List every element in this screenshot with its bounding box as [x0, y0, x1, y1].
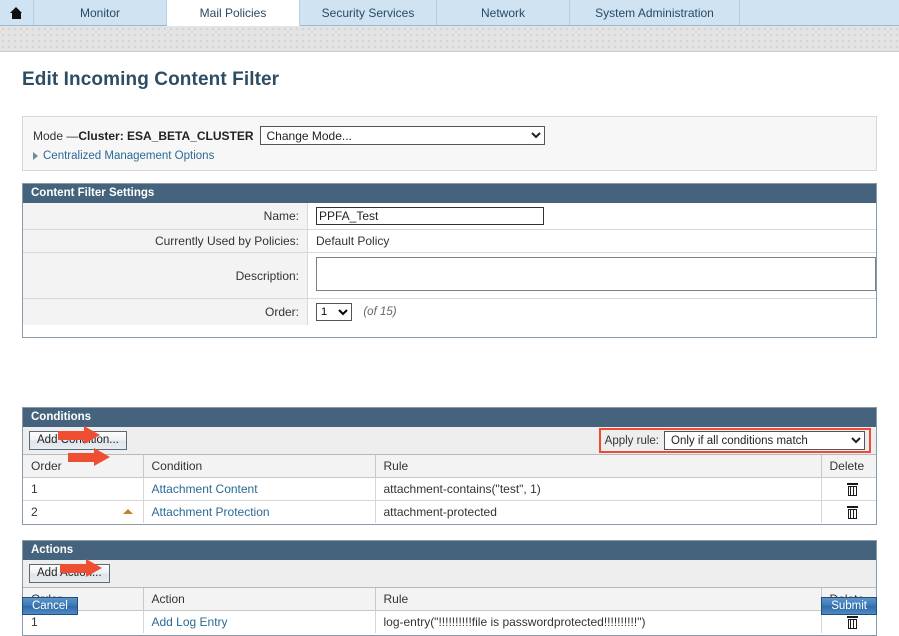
mode-row: Mode —Cluster: ESA_BETA_CLUSTER Change M… [33, 126, 545, 145]
actions-toolbar: Add Action... [23, 560, 876, 588]
settings-panel-header: Content Filter Settings [23, 184, 876, 203]
apply-rule-select[interactable]: Only if all conditions match [664, 431, 865, 450]
mode-value: Cluster: ESA_BETA_CLUSTER [78, 128, 254, 143]
nav-tab-label: Mail Policies [199, 5, 267, 20]
description-label: Description: [23, 252, 308, 299]
order-label: Order: [23, 298, 308, 325]
order-value-cell: 1 (of 15) [307, 298, 876, 325]
nav-tab-label: Security Services [321, 5, 415, 20]
change-mode-select[interactable]: Change Mode... [259, 126, 545, 145]
conditions-panel-header: Conditions [23, 408, 876, 427]
column-header-condition: Condition [143, 455, 376, 478]
condition-delete-cell[interactable] [821, 477, 876, 501]
nav-tab-monitor[interactable]: Monitor [34, 0, 167, 25]
actions-panel: Actions Add Action... Order Action Rule … [22, 540, 877, 636]
mode-prefix: Mode — [33, 128, 79, 143]
cluster-mode-bar: Mode —Cluster: ESA_BETA_CLUSTER Change M… [22, 116, 877, 171]
action-name-cell: Add Log Entry [143, 610, 376, 633]
condition-link[interactable]: Attachment Content [152, 482, 258, 496]
column-header-order: Order [23, 455, 144, 478]
table-row: 1 Attachment Content attachment-contains… [23, 477, 876, 501]
nav-tab-label: Monitor [79, 5, 120, 20]
condition-name-cell: Attachment Protection [143, 500, 376, 523]
settings-row-order: Order: 1 (of 15) [23, 298, 876, 325]
apply-rule-group: Apply rule: Only if all conditions match [598, 428, 871, 453]
nav-filler [740, 0, 899, 25]
table-row: 2 Attachment Protection attachment-prote… [23, 500, 876, 524]
triangle-right-icon [33, 152, 38, 160]
nav-tab-system-administration[interactable]: System Administration [570, 0, 740, 25]
condition-order: 1 [23, 477, 144, 501]
nav-tab-network[interactable]: Network [437, 0, 570, 25]
centralized-management-options-link[interactable]: Centralized Management Options [43, 150, 214, 162]
conditions-table: Order Condition Rule Delete 1 Attachment… [23, 455, 876, 523]
settings-row-name: Name: [23, 203, 876, 230]
column-header-action: Action [143, 588, 376, 611]
conditions-toolbar: Add Condition... Apply rule: Only if all… [23, 427, 876, 455]
condition-order-cell: 2 [23, 500, 144, 523]
condition-link[interactable]: Attachment Protection [152, 505, 270, 519]
description-value-cell [307, 252, 876, 299]
description-textarea[interactable] [316, 257, 876, 291]
policies-label: Currently Used by Policies: [23, 229, 308, 253]
table-row: 1 Add Log Entry log-entry("!!!!!!!!!!fil… [23, 610, 876, 633]
order-select[interactable]: 1 [316, 303, 352, 321]
conditions-panel: Conditions Add Condition... Apply rule: … [22, 407, 877, 525]
centralized-management-row[interactable]: Centralized Management Options [33, 150, 214, 162]
condition-order: 2 [31, 505, 38, 519]
apply-rule-label: Apply rule: [604, 434, 659, 447]
mode-label: Mode —Cluster: ESA_BETA_CLUSTER [33, 129, 254, 143]
action-link[interactable]: Add Log Entry [152, 615, 228, 629]
trash-icon[interactable] [847, 615, 859, 629]
condition-delete-cell[interactable] [821, 501, 876, 524]
condition-name-cell: Attachment Content [143, 477, 376, 501]
actions-header-row: Order Action Rule Delete [23, 588, 876, 611]
page-texture-strip [0, 26, 899, 52]
content-filter-settings-panel: Content Filter Settings Name: Currently … [22, 183, 877, 338]
nav-tab-security-services[interactable]: Security Services [300, 0, 437, 25]
nav-tab-label: Network [480, 5, 525, 20]
cancel-button[interactable]: Cancel [22, 597, 78, 615]
trash-icon[interactable] [847, 505, 859, 519]
condition-rule: attachment-contains("test", 1) [375, 477, 822, 501]
column-header-rule: Rule [375, 455, 822, 478]
condition-rule: attachment-protected [375, 500, 822, 523]
actions-table: Order Action Rule Delete 1 Add Log Entry… [23, 588, 876, 633]
trash-icon[interactable] [847, 482, 859, 496]
settings-row-description: Description: [23, 252, 876, 299]
page-title: Edit Incoming Content Filter [22, 69, 280, 90]
name-input[interactable] [316, 207, 544, 225]
policies-value: Default Policy [307, 229, 876, 253]
action-rule: log-entry("!!!!!!!!!!file is passwordpro… [375, 610, 822, 633]
add-action-button[interactable]: Add Action... [29, 564, 110, 583]
name-label: Name: [23, 203, 308, 230]
home-button[interactable] [0, 0, 34, 25]
submit-button[interactable]: Submit [821, 597, 877, 615]
column-header-delete: Delete [821, 455, 876, 478]
order-total-note: (of 15) [363, 306, 397, 318]
settings-table: Name: Currently Used by Policies: Defaul… [23, 203, 876, 325]
actions-panel-header: Actions [23, 541, 876, 560]
add-condition-button[interactable]: Add Condition... [29, 431, 127, 450]
page-body: Edit Incoming Content Filter Mode —Clust… [0, 53, 899, 636]
conditions-header-row: Order Condition Rule Delete [23, 455, 876, 478]
settings-row-policies: Currently Used by Policies: Default Poli… [23, 229, 876, 253]
top-navigation-bar: Monitor Mail Policies Security Services … [0, 0, 899, 26]
nav-tab-label: System Administration [595, 5, 714, 20]
name-value-cell [307, 203, 876, 230]
column-header-rule: Rule [375, 588, 822, 611]
home-icon [10, 6, 23, 19]
nav-tab-mail-policies[interactable]: Mail Policies [167, 0, 300, 26]
sort-up-icon[interactable] [122, 509, 133, 514]
